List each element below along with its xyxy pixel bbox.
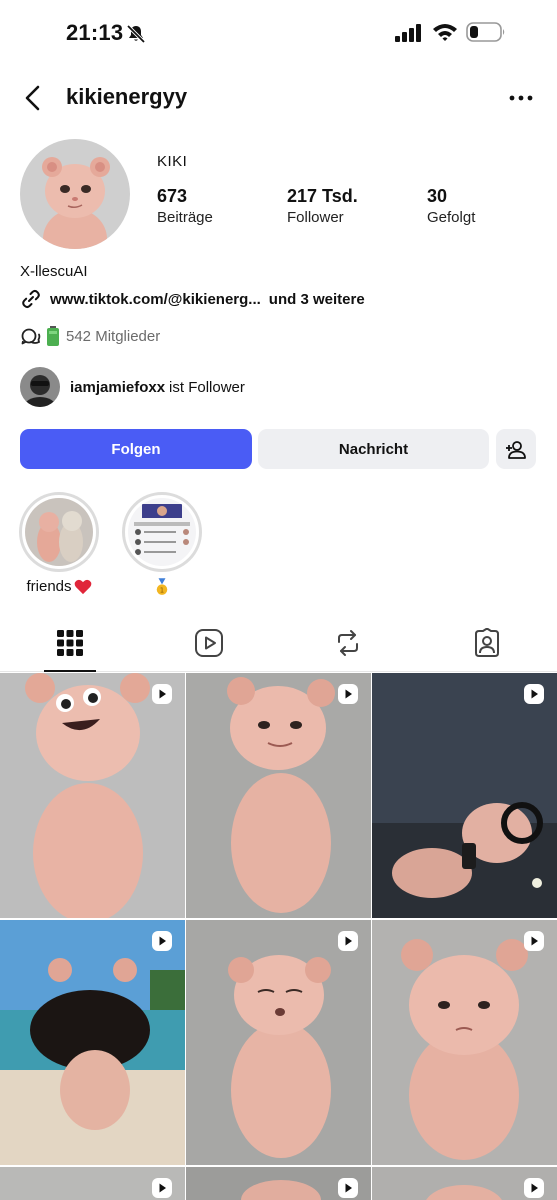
following-count[interactable]: 30 Gefolgt	[427, 186, 475, 226]
mutual-follower-name: iamjamiefoxx	[70, 378, 166, 396]
post-tile[interactable]	[0, 1167, 185, 1200]
reel-badge-icon	[524, 931, 544, 951]
gold-medal-icon: 1	[156, 578, 168, 595]
post-tile[interactable]	[0, 673, 185, 918]
more-options-icon[interactable]	[507, 84, 535, 112]
profile-username: kikienergyy	[66, 84, 188, 109]
tab-posts-grid[interactable]	[0, 614, 139, 672]
back-arrow-icon[interactable]	[18, 82, 50, 114]
followers-count-value: 217 Tsd.	[287, 186, 358, 206]
status-time: 21:13	[66, 20, 124, 45]
suggest-people-button[interactable]	[496, 429, 536, 469]
story-highlight-medal[interactable]: 1	[121, 492, 203, 596]
battery-icon	[466, 22, 505, 42]
profile-link-text[interactable]: www.tiktok.com/@kikienerg...	[50, 291, 261, 308]
highlight-label: friends	[18, 578, 100, 595]
link-icon	[22, 289, 40, 309]
highlight-cover	[25, 498, 93, 566]
highlight-ring	[19, 492, 99, 572]
tagged-person-icon	[474, 628, 499, 657]
highlight-label: 1	[121, 578, 203, 596]
following-count-value: 30	[427, 186, 448, 206]
tab-reels[interactable]	[139, 614, 278, 672]
profile-bio: X-llescuAI	[20, 263, 88, 280]
wifi-icon	[433, 24, 457, 41]
reel-badge-icon	[524, 684, 544, 704]
posts-count-label: Beiträge	[157, 209, 213, 226]
post-thumbnail	[0, 673, 185, 918]
post-tile[interactable]	[186, 920, 371, 1165]
profile-avatar[interactable]	[20, 139, 130, 249]
post-thumbnail	[0, 920, 185, 1165]
reel-badge-icon	[524, 1178, 544, 1198]
post-thumbnail	[372, 673, 557, 918]
followers-count[interactable]: 217 Tsd. Follower	[287, 186, 358, 226]
reel-badge-icon	[338, 931, 358, 951]
channel-members: 542 Mitglieder	[66, 327, 161, 345]
following-count-label: Gefolgt	[427, 209, 476, 226]
add-person-icon	[506, 441, 526, 459]
mutual-follower-avatar	[20, 367, 60, 407]
post-thumbnail	[186, 920, 371, 1165]
post-thumbnail	[186, 673, 371, 918]
highlight-ring	[122, 492, 202, 572]
repost-icon	[337, 630, 358, 656]
red-heart-icon	[74, 579, 91, 594]
posts-count[interactable]: 673 Beiträge	[157, 186, 213, 226]
followers-count-label: Follower	[287, 209, 344, 226]
reel-badge-icon	[338, 684, 358, 704]
posts-grid	[0, 673, 557, 1200]
status-bar: 21:13	[0, 0, 557, 64]
tab-reposts[interactable]	[278, 614, 417, 672]
reel-badge-icon	[152, 1178, 172, 1198]
grid-icon	[56, 630, 83, 656]
reels-icon	[194, 629, 223, 657]
follow-button[interactable]: Folgen	[20, 429, 252, 469]
message-button[interactable]: Nachricht	[258, 429, 489, 469]
bell-off-icon	[126, 24, 146, 44]
mutual-follower[interactable]: iamjamiefoxx ist Follower	[20, 367, 245, 407]
svg-text:1: 1	[160, 587, 164, 595]
post-tile[interactable]	[372, 1167, 557, 1200]
broadcast-channel-icon	[21, 328, 41, 345]
story-highlight-friends[interactable]: friends	[18, 492, 100, 595]
cellular-signal-icon	[395, 24, 421, 42]
reel-badge-icon	[152, 684, 172, 704]
profile-tabs	[0, 614, 557, 672]
reel-badge-icon	[152, 931, 172, 951]
profile-header: kikienergyy	[0, 72, 557, 124]
battery-emoji-icon	[47, 326, 59, 346]
post-tile[interactable]	[372, 920, 557, 1165]
post-thumbnail	[372, 920, 557, 1165]
broadcast-channel[interactable]: 542 Mitglieder	[20, 324, 160, 348]
reel-badge-icon	[338, 1178, 358, 1198]
post-tile[interactable]	[186, 1167, 371, 1200]
mutual-follower-suffix: ist Follower	[169, 378, 245, 396]
highlight-label-text: friends	[26, 578, 72, 595]
profile-link[interactable]: www.tiktok.com/@kikienerg... und 3 weite…	[20, 287, 365, 311]
tab-tagged[interactable]	[417, 614, 556, 672]
post-tile[interactable]	[0, 920, 185, 1165]
profile-link-more[interactable]: und 3 weitere	[269, 291, 365, 308]
post-tile[interactable]	[186, 673, 371, 918]
profile-display-name: KIKI	[157, 153, 188, 170]
active-tab-indicator	[44, 670, 96, 672]
highlight-cover	[128, 498, 196, 566]
posts-count-value: 673	[157, 186, 188, 206]
post-tile[interactable]	[372, 673, 557, 918]
